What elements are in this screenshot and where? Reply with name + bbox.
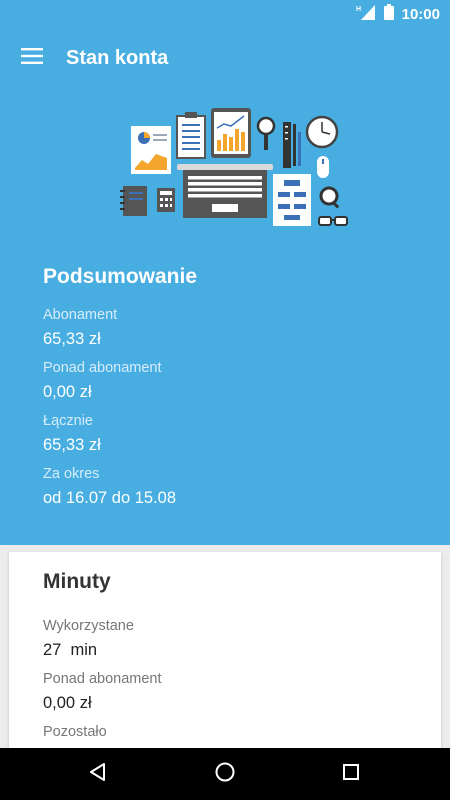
summary-field-period: Za okres od 16.07 do 15.08 (43, 465, 176, 509)
recents-button[interactable] (331, 754, 371, 794)
field-label: Abonament (43, 307, 118, 323)
home-icon (214, 761, 236, 788)
clock-icon (305, 115, 339, 149)
field-value: od 16.07 do 15.08 (43, 489, 177, 507)
flowchart-document-icon (273, 174, 311, 226)
minutes-title: Minuty (43, 570, 111, 593)
system-nav-bar (0, 748, 450, 800)
summary-field-overage: Ponad abonament 0,00 zł (43, 359, 162, 403)
hamburger-menu-icon (21, 47, 43, 69)
summary-title: Podsumowanie (43, 265, 198, 288)
minutes-field-remaining: Pozostało (43, 723, 107, 741)
field-value: 0,00 zł (43, 694, 92, 712)
office-illustration (120, 108, 348, 226)
status-icons: H 10:00 (356, 0, 440, 28)
status-bar: H 10:00 (0, 0, 450, 28)
page-title: Stan konta (66, 47, 169, 69)
lens-icon (319, 186, 340, 209)
field-label: Wykorzystane (43, 618, 134, 634)
field-label: Pozostało (43, 724, 107, 740)
battery-icon (383, 3, 394, 25)
report-document-icon (131, 126, 171, 174)
summary-field-subscription: Abonament 65,33 zł (43, 306, 117, 350)
back-icon (88, 762, 108, 787)
field-label: Ponad abonament (43, 360, 162, 376)
app-bar: Stan konta (0, 28, 450, 88)
menu-button[interactable] (10, 36, 54, 80)
calculator-icon (157, 188, 175, 212)
field-value: 65,33 zł (43, 436, 101, 454)
back-button[interactable] (78, 754, 118, 794)
recents-icon (342, 763, 360, 786)
field-label: Za okres (43, 466, 100, 482)
laptop-icon (177, 164, 273, 218)
glasses-icon (318, 216, 348, 226)
ruler-pens-icon (283, 122, 301, 168)
magnifier-icon (256, 116, 276, 150)
minutes-field-overage: Ponad abonament 0,00 zł (43, 670, 162, 714)
notebook-icon (120, 186, 147, 216)
summary-section: Podsumowanie Abonament 65,33 zł Ponad ab… (0, 88, 450, 545)
field-value: 65,33 zł (43, 330, 101, 348)
signal-icon: H (356, 4, 376, 25)
minutes-card[interactable]: Minuty Wykorzystane 27 min Ponad aboname… (9, 552, 441, 752)
network-type-label: H (356, 6, 361, 13)
home-button[interactable] (205, 754, 245, 794)
tablet-chart-icon (211, 108, 251, 158)
summary-field-total: Łącznie 65,33 zł (43, 412, 101, 456)
field-value: 27 min (43, 641, 98, 659)
status-time: 10:00 (401, 5, 440, 23)
minutes-field-used: Wykorzystane 27 min (43, 617, 134, 661)
clipboard-icon (176, 112, 206, 159)
field-label: Łącznie (43, 413, 93, 429)
field-value: 0,00 zł (43, 383, 92, 401)
mouse-icon (317, 156, 329, 178)
field-label: Ponad abonament (43, 671, 162, 687)
